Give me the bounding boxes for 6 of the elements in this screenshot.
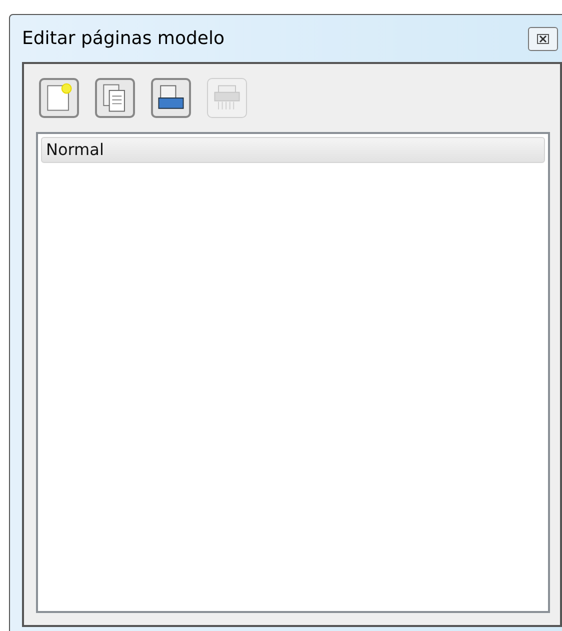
toolbar-button[interactable] xyxy=(151,78,191,118)
window-title: Editar páginas modelo xyxy=(22,27,224,51)
close-icon xyxy=(537,34,549,44)
close-button[interactable] xyxy=(528,26,558,50)
list-item[interactable]: Normal xyxy=(41,137,545,163)
toolbar-button[interactable] xyxy=(95,78,135,118)
